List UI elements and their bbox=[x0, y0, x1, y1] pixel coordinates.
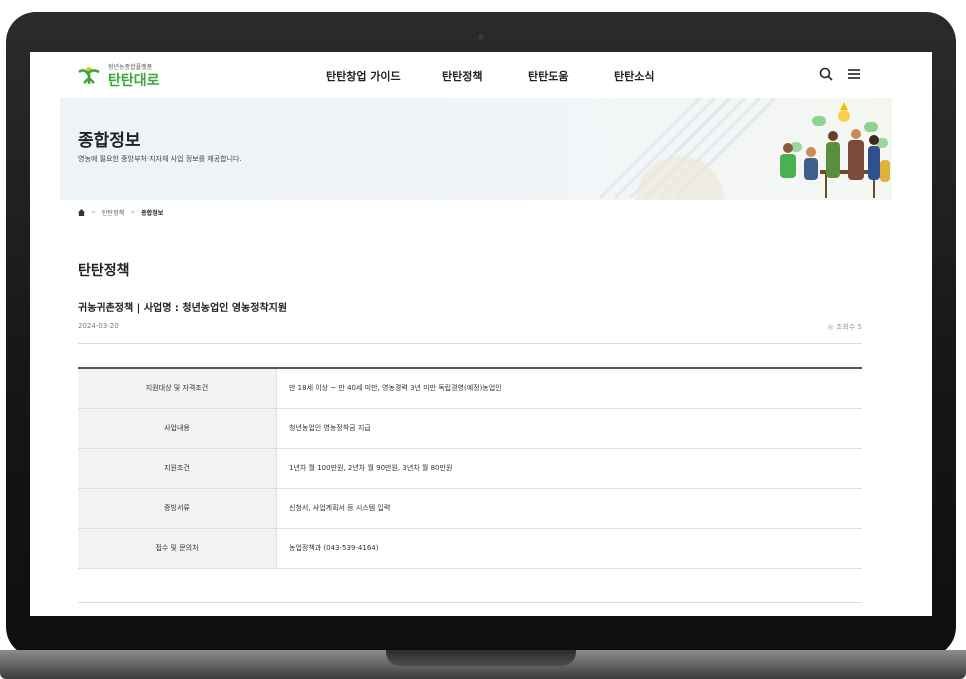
web-page: 청년농종합플랫폼 탄탄대로 탄탄창업 가이드 탄탄정책 탄탄도움 탄탄소식 종합… bbox=[60, 52, 892, 616]
views-label: 조회수 5 bbox=[836, 323, 862, 331]
page-description: 영농에 필요한 중앙부처·지자체 사업 정보를 제공합니다. bbox=[78, 155, 242, 163]
nav-item-startup-guide[interactable]: 탄탄창업 가이드 bbox=[326, 68, 401, 84]
title-divider bbox=[78, 343, 862, 344]
table-row: 지원대상 및 자격조건 만 18세 이상 ~ 만 40세 미만, 영농경력 3년… bbox=[78, 368, 862, 408]
post-date: 2024-03-20 bbox=[78, 322, 119, 330]
chevron-right-icon: > bbox=[91, 209, 97, 216]
people-meeting-illustration bbox=[598, 98, 890, 200]
breadcrumb-item-policy[interactable]: 탄탄정책 bbox=[102, 208, 124, 217]
table-row: 증빙서류 신청서, 사업계획서 등 시스템 입력 bbox=[78, 488, 862, 528]
eye-icon: ◎ bbox=[827, 323, 834, 331]
post-title: 귀농귀촌정책 | 사업명 : 청년농업인 영농정착지원 bbox=[78, 303, 288, 314]
row-label: 지원대상 및 자격조건 bbox=[78, 368, 277, 408]
menu-icon[interactable] bbox=[846, 66, 862, 82]
breadcrumb: > 탄탄정책 > 종합정보 bbox=[78, 208, 163, 217]
page-title: 종합정보 bbox=[78, 131, 141, 151]
row-label: 사업내용 bbox=[78, 408, 277, 448]
laptop-notch bbox=[386, 650, 576, 666]
bottom-divider bbox=[78, 602, 862, 603]
row-value: 청년농업인 영농정착금 지급 bbox=[289, 424, 371, 432]
table-row: 사업내용 청년농업인 영농정착금 지급 bbox=[78, 408, 862, 448]
breadcrumb-item-current: 종합정보 bbox=[141, 210, 164, 217]
sprout-person-icon bbox=[78, 67, 100, 84]
row-value: 만 18세 이상 ~ 만 40세 미만, 영농경력 3년 미만 독립경영(예정)… bbox=[289, 384, 502, 393]
home-icon[interactable] bbox=[78, 209, 85, 216]
post-views: ◎ 조회수 5 bbox=[828, 322, 862, 332]
nav-item-support[interactable]: 탄탄도움 bbox=[528, 68, 568, 84]
site-header: 청년농종합플랫폼 탄탄대로 탄탄창업 가이드 탄탄정책 탄탄도움 탄탄소식 bbox=[60, 52, 892, 99]
camera-icon bbox=[478, 34, 484, 40]
page-banner: 종합정보 영농에 필요한 중앙부처·지자체 사업 정보를 제공합니다. bbox=[60, 98, 892, 200]
search-icon[interactable] bbox=[818, 66, 834, 82]
nav-item-news[interactable]: 탄탄소식 bbox=[614, 68, 654, 84]
row-value: 신청서, 사업계획서 등 시스템 입력 bbox=[289, 504, 391, 512]
row-label: 증빙서류 bbox=[78, 488, 277, 528]
chevron-right-icon: > bbox=[130, 209, 136, 216]
program-info-table: 지원대상 및 자격조건 만 18세 이상 ~ 만 40세 미만, 영농경력 3년… bbox=[78, 367, 862, 569]
nav-item-policy[interactable]: 탄탄정책 bbox=[442, 68, 482, 84]
browser-screen: 청년농종합플랫폼 탄탄대로 탄탄창업 가이드 탄탄정책 탄탄도움 탄탄소식 종합… bbox=[30, 52, 932, 616]
table-row: 접수 및 문의처 농업정책과 (043-539-4164) bbox=[78, 528, 862, 568]
table-row: 지원조건 1년차 월 100만원, 2년차 월 90만원, 3년차 월 80만원 bbox=[78, 448, 862, 488]
site-logo[interactable]: 청년농종합플랫폼 탄탄대로 bbox=[76, 60, 186, 90]
logo-title: 탄탄대로 bbox=[108, 73, 160, 89]
row-value: 1년차 월 100만원, 2년차 월 90만원, 3년차 월 80만원 bbox=[289, 464, 453, 472]
row-label: 접수 및 문의처 bbox=[78, 528, 277, 568]
section-title: 탄탄정책 bbox=[78, 263, 130, 279]
row-value: 농업정책과 (043-539-4164) bbox=[289, 544, 379, 552]
row-label: 지원조건 bbox=[78, 448, 277, 488]
